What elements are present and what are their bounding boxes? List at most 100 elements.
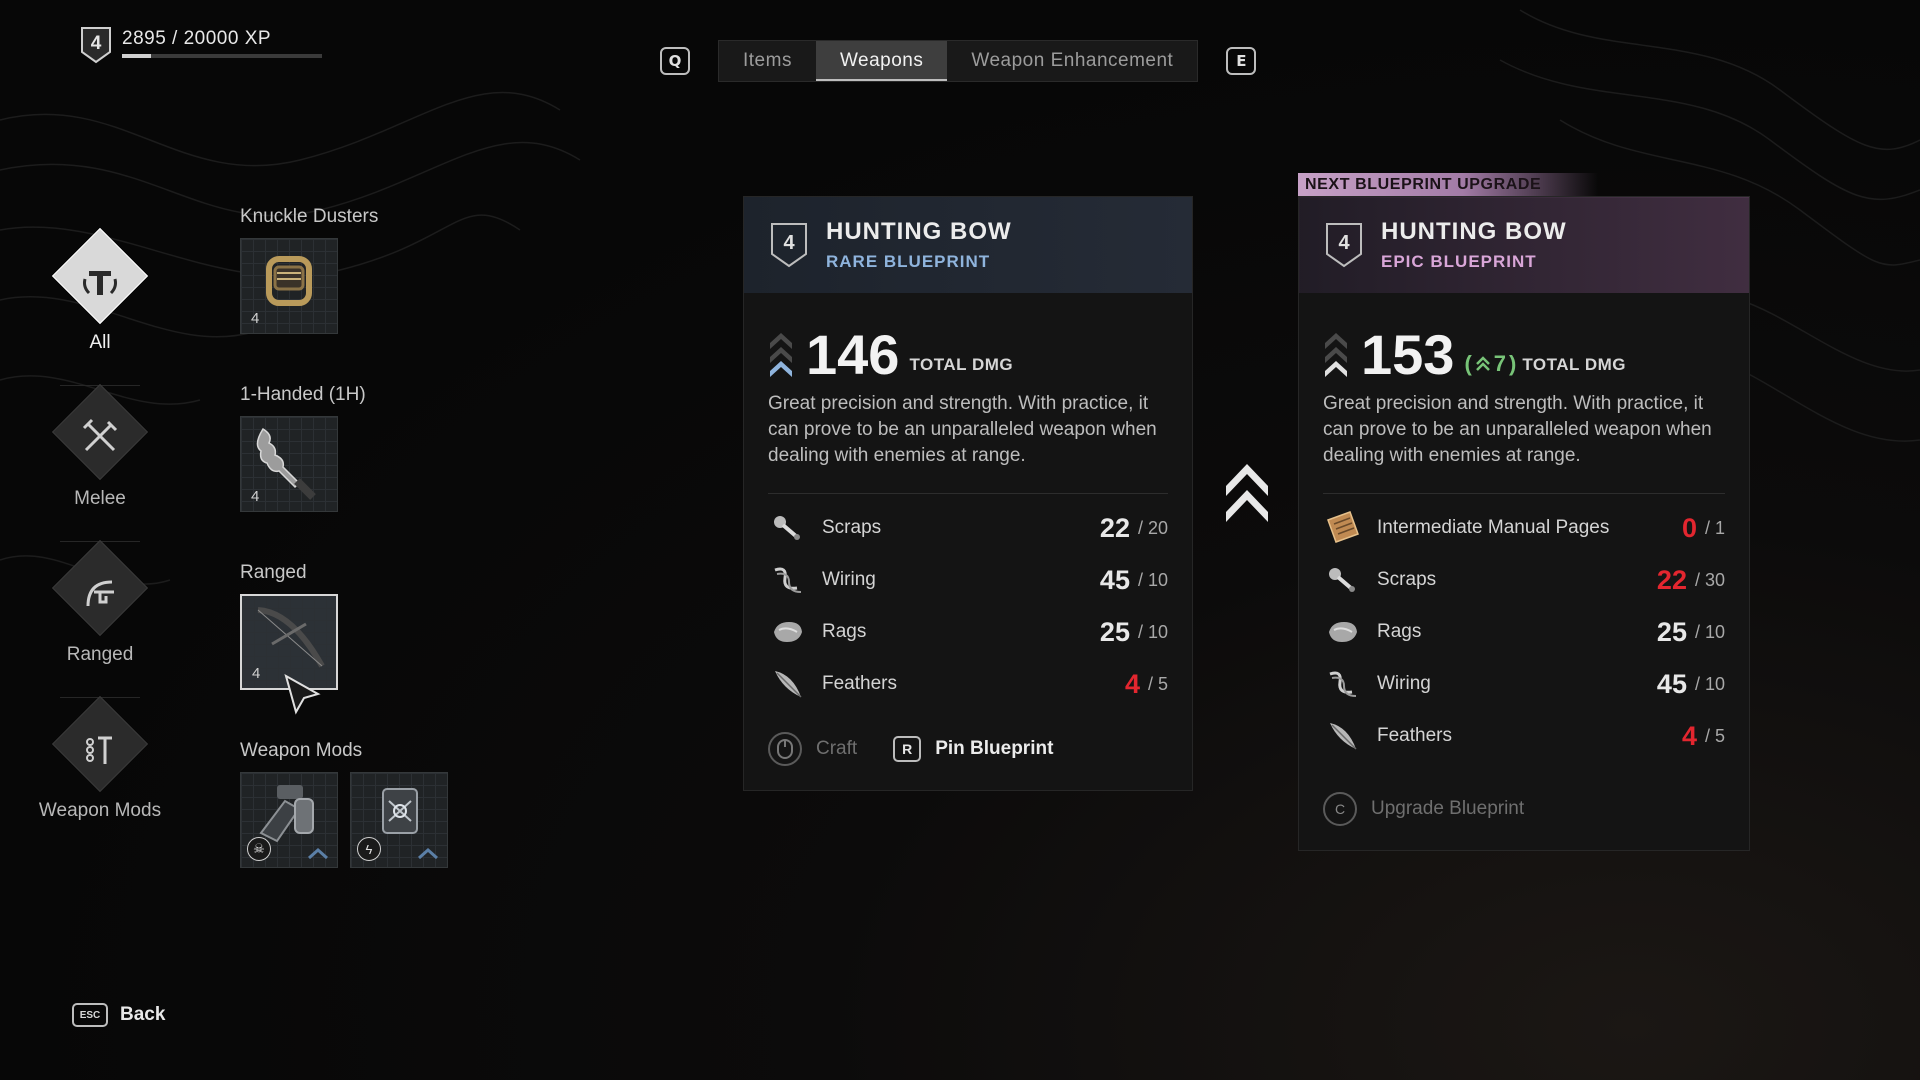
resource-required: / 30 xyxy=(1694,569,1725,590)
pin-key-icon: R xyxy=(893,736,922,762)
resource-row: Scraps 22 / 30 xyxy=(1323,554,1725,606)
resource-required: / 20 xyxy=(1137,517,1168,538)
group-title: Weapon Mods xyxy=(240,740,363,761)
mouse-hold-icon xyxy=(768,732,802,766)
scraps-icon xyxy=(1323,560,1363,600)
item-tile[interactable]: ☠ xyxy=(240,772,338,868)
item-tile[interactable]: 4 xyxy=(240,416,338,512)
item-tile[interactable]: 4 xyxy=(240,238,338,334)
group-one-handed: 1-Handed (1H) 4 xyxy=(240,384,366,512)
category-sidebar: All Melee Ranged Weapon Mods xyxy=(30,227,170,854)
bracket-close: ) xyxy=(1509,351,1517,376)
category-melee-label: Melee xyxy=(74,488,126,509)
item-level: 4 xyxy=(252,665,261,682)
blueprint-level-text: 4 xyxy=(1338,231,1350,254)
blueprint-level-badge: 4 xyxy=(770,222,808,268)
resource-name: Scraps xyxy=(822,517,882,538)
card-actions: C Upgrade Blueprint xyxy=(1323,792,1524,826)
group-knuckle-dusters: Knuckle Dusters 4 xyxy=(240,206,378,334)
category-all-label: All xyxy=(89,332,111,353)
tab-weapon-enhancement[interactable]: Weapon Enhancement xyxy=(947,41,1197,81)
rarity-chevrons-icon xyxy=(770,333,792,377)
top-tabs: Q Items Weapons Weapon Enhancement E xyxy=(660,40,1257,82)
resource-name: Wiring xyxy=(1377,673,1431,694)
craft-button[interactable]: Craft xyxy=(816,738,857,760)
xp-progress-bar xyxy=(122,54,322,58)
weapon-all-icon xyxy=(70,252,130,312)
resource-owned: 22 xyxy=(1099,512,1130,543)
resource-name: Feathers xyxy=(822,673,897,694)
category-weapon-mods-label: Weapon Mods xyxy=(38,800,162,821)
resource-required: / 10 xyxy=(1137,621,1168,642)
damage-delta-value: 7 xyxy=(1493,351,1507,376)
group-ranged: Ranged 4 xyxy=(240,562,338,690)
damage-row: 146 TOTAL DMG xyxy=(744,293,1192,383)
feathers-icon xyxy=(1323,716,1363,756)
resource-required: / 10 xyxy=(1137,569,1168,590)
resource-name: Rags xyxy=(1377,621,1422,642)
next-upgrade-banner: NEXT BLUEPRINT UPGRADE xyxy=(1298,173,1598,197)
category-weapon-mods[interactable]: Weapon Mods xyxy=(30,695,170,854)
damage-row: 153 ( 7 ) TOTAL DMG xyxy=(1299,293,1749,383)
total-damage-value: 146 xyxy=(806,323,900,386)
resource-row: Intermediate Manual Pages 0 / 1 xyxy=(1323,502,1725,554)
resource-name: Feathers xyxy=(1377,725,1452,746)
group-title: 1-Handed (1H) xyxy=(240,384,366,405)
category-ranged[interactable]: Ranged xyxy=(30,539,170,698)
card-actions: Craft R Pin Blueprint xyxy=(768,732,1053,766)
esc-key-icon: ESC xyxy=(72,1003,108,1027)
resource-required: / 5 xyxy=(1147,673,1168,694)
card-divider xyxy=(1323,493,1725,494)
tab-items[interactable]: Items xyxy=(719,41,816,81)
prev-tab-key[interactable]: Q xyxy=(660,47,690,75)
bracket-open: ( xyxy=(1464,351,1472,376)
xp-panel: 4 2895 / 20000 XP xyxy=(80,26,322,64)
xp-progress-fill xyxy=(122,54,151,58)
weapon-name: HUNTING BOW xyxy=(826,218,1012,245)
player-level-text: 4 xyxy=(90,32,102,54)
hunting-bow-icon xyxy=(257,607,325,668)
resource-row: Wiring 45 / 10 xyxy=(1323,658,1725,710)
item-tile[interactable]: ϟ xyxy=(350,772,448,868)
knuckle-dusters-icon xyxy=(266,256,312,306)
tab-bar: Items Weapons Weapon Enhancement xyxy=(718,40,1199,82)
rarity-chevrons-icon xyxy=(1325,333,1347,377)
xp-text: 2895 / 20000 XP xyxy=(122,28,272,49)
electric-badge-icon: ϟ xyxy=(357,837,381,861)
resource-row: Feathers 4 / 5 xyxy=(768,658,1168,710)
resource-required: / 5 xyxy=(1704,725,1725,746)
weapon-name: HUNTING BOW xyxy=(1381,218,1567,245)
blueprint-level-badge: 4 xyxy=(1325,222,1363,268)
wiring-icon xyxy=(1323,664,1363,704)
resource-list: Scraps 22 / 20 Wiring 45 / 10 Rags 25 / … xyxy=(744,502,1192,710)
category-all[interactable]: All xyxy=(30,227,170,386)
resource-name: Rags xyxy=(822,621,867,642)
next-blueprint-card: 4 HUNTING BOW EPIC BLUEPRINT 153 ( 7 ) T… xyxy=(1298,196,1750,851)
group-weapon-mods: Weapon Mods ☠ ϟ xyxy=(240,740,448,868)
back-label: Back xyxy=(120,1004,166,1025)
upgrade-chevron-icon xyxy=(308,847,328,859)
feathers-icon xyxy=(768,664,808,704)
resource-required: / 10 xyxy=(1694,621,1725,642)
upgrade-blueprint-button[interactable]: Upgrade Blueprint xyxy=(1371,798,1524,820)
tab-weapons[interactable]: Weapons xyxy=(815,41,948,81)
resource-name: Scraps xyxy=(1377,569,1437,590)
pin-blueprint-button[interactable]: Pin Blueprint xyxy=(935,738,1053,760)
scraps-icon xyxy=(768,508,808,548)
total-damage-label: TOTAL DMG xyxy=(909,355,1014,374)
next-tab-key[interactable]: E xyxy=(1226,47,1257,75)
category-melee[interactable]: Melee xyxy=(30,383,170,542)
melee-crossed-icon xyxy=(70,408,130,468)
weapon-description: Great precision and strength. With pract… xyxy=(768,393,1157,466)
back-button[interactable]: ESC Back xyxy=(72,1003,165,1027)
total-damage-value: 153 xyxy=(1361,323,1455,386)
resource-owned: 22 xyxy=(1656,564,1687,595)
total-damage-label: TOTAL DMG xyxy=(1522,355,1627,374)
rags-icon xyxy=(1323,612,1363,652)
wiring-icon xyxy=(768,560,808,600)
ranged-icon xyxy=(70,564,130,624)
player-level-badge: 4 xyxy=(80,26,112,64)
resource-owned: 45 xyxy=(1099,564,1130,595)
resource-owned: 25 xyxy=(1656,616,1687,647)
resource-owned: 45 xyxy=(1656,668,1687,699)
